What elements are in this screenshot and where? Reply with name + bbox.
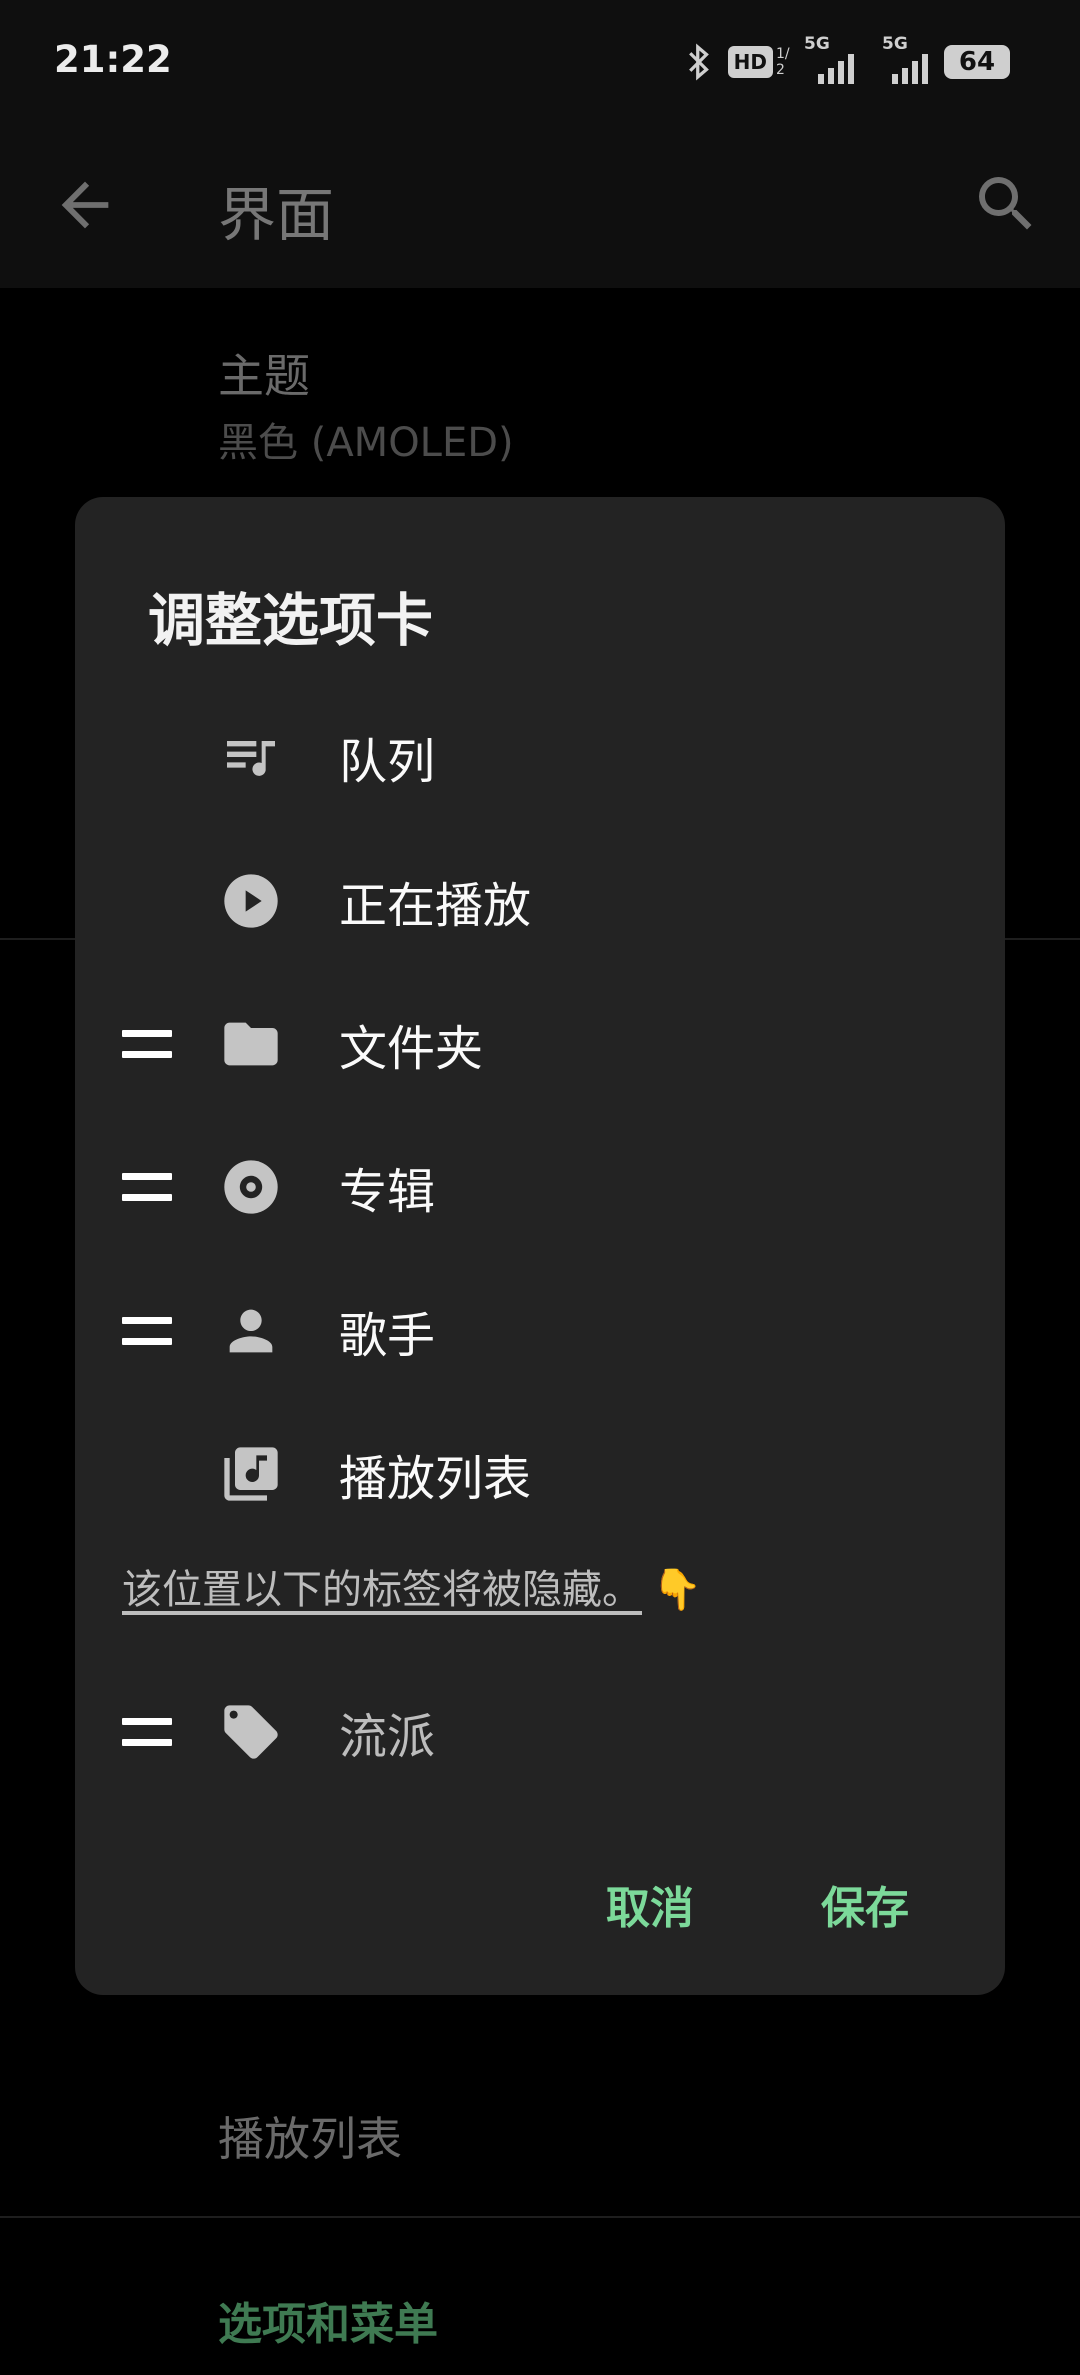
signal-icon <box>892 54 928 84</box>
arrow-back-icon[interactable] <box>50 170 120 240</box>
tab-row-genres[interactable]: 流派 <box>75 1660 1005 1803</box>
play-circle-icon <box>224 873 278 928</box>
search-icon[interactable] <box>970 168 1042 240</box>
library-music-icon <box>224 1446 278 1501</box>
signal-1: 5G <box>804 34 856 84</box>
tab-label: 队列 <box>339 733 436 790</box>
save-button[interactable]: 保存 <box>821 1872 909 1936</box>
screen: 21:22 HD 1/2 5G 5G 64 界面 主题 黑色 (AMOLED) … <box>0 0 1080 2375</box>
tab-label: 流派 <box>339 1708 436 1765</box>
hd-badge: HD 1/2 <box>727 46 790 78</box>
status-time: 21:22 <box>54 38 172 81</box>
rearrange-tabs-dialog: 调整选项卡 队列 正在播放 文件夹 专辑 歌手 播放列表 该位置以下的标签将被隐… <box>75 497 1005 1995</box>
drag-handle-icon[interactable] <box>122 1029 172 1058</box>
signal-icon <box>818 54 854 84</box>
status-icons: HD 1/2 5G 5G 64 <box>684 34 1010 84</box>
album-icon <box>224 1159 278 1214</box>
tab-label: 文件夹 <box>339 1020 484 1077</box>
tab-row-artists[interactable]: 歌手 <box>75 1259 1005 1402</box>
bluetooth-icon <box>688 43 709 81</box>
tab-label: 播放列表 <box>339 1450 532 1507</box>
playlist-setting-label: 播放列表 <box>218 2112 402 2166</box>
queue-music-icon <box>227 740 275 776</box>
tag-icon <box>224 1704 278 1759</box>
theme-value: 黑色 (AMOLED) <box>218 420 514 466</box>
tab-row-now-playing[interactable]: 正在播放 <box>75 829 1005 972</box>
hidden-tabs-note: 该位置以下的标签将被隐藏。 👇 <box>122 1567 702 1613</box>
cancel-button[interactable]: 取消 <box>606 1872 694 1936</box>
section-header: 选项和菜单 <box>218 2288 438 2352</box>
drag-handle-icon[interactable] <box>122 1316 172 1345</box>
tab-label: 专辑 <box>339 1163 436 1220</box>
theme-setting[interactable]: 主题 黑色 (AMOLED) <box>218 340 514 468</box>
tab-row[interactable] <box>75 497 1005 640</box>
tab-row-albums[interactable]: 专辑 <box>75 1115 1005 1258</box>
app-bar: 界面 <box>0 120 1080 288</box>
drag-handle-icon[interactable] <box>122 1172 172 1201</box>
tab-row-playlists[interactable]: 播放列表 <box>75 1402 1005 1545</box>
tab-row-queue[interactable]: 队列 <box>75 685 1005 828</box>
pointing-down-emoji: 👇 <box>652 1567 702 1613</box>
tab-row-folders[interactable]: 文件夹 <box>75 972 1005 1115</box>
status-bar: 21:22 HD 1/2 5G 5G 64 <box>0 0 1080 120</box>
divider <box>0 2216 1080 2218</box>
person-icon <box>229 1309 273 1352</box>
sim-fraction: 1/2 <box>776 46 790 78</box>
tab-label: 正在播放 <box>339 877 532 934</box>
page-title: 界面 <box>218 181 335 249</box>
folder-icon <box>224 1022 278 1065</box>
section-header-label: 选项和菜单 <box>218 2299 438 2350</box>
drag-handle-icon[interactable] <box>122 1717 172 1746</box>
playlist-setting[interactable]: 播放列表 <box>218 2103 402 2169</box>
battery-icon: 64 <box>944 45 1010 79</box>
theme-title: 主题 <box>218 349 310 403</box>
signal-2: 5G <box>870 34 930 84</box>
tab-label: 歌手 <box>339 1307 436 1364</box>
